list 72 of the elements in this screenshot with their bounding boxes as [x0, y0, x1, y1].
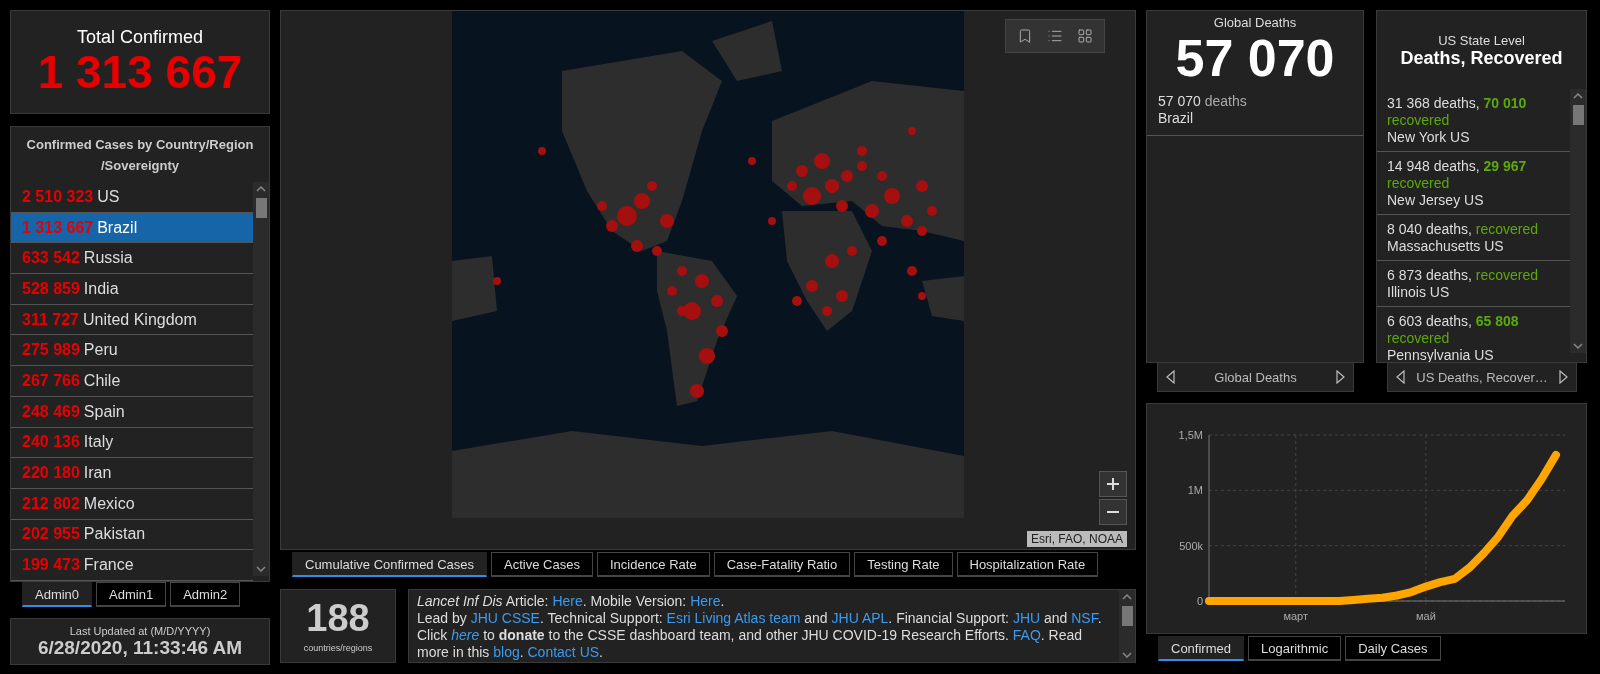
state-name: New Jersey US [1387, 192, 1485, 209]
deaths-recovered-text: 6 603 deaths, 65 808 recovered [1387, 313, 1520, 347]
last-updated-value: 6/28/2020, 11:33:46 AM [37, 636, 243, 659]
map-attribution: Esri, FAO, NOAA [1027, 531, 1127, 547]
deaths-recovered-text: 14 948 deaths, 29 967 recovered [1387, 158, 1528, 192]
panel-title: Deaths, Recovered [1399, 48, 1564, 69]
link[interactable]: blog [493, 644, 520, 660]
link[interactable]: Here [690, 593, 721, 609]
panel-title: Confirmed Cases by Country/Region /Sovereignty [25, 136, 255, 175]
y-tick-label: 0 [1196, 595, 1203, 607]
link[interactable]: JHU [1012, 610, 1041, 626]
link[interactable]: Esri Living Atlas team [666, 610, 801, 626]
scrollbar[interactable] [253, 182, 269, 576]
death-count: 57 070 deaths [1158, 93, 1248, 111]
scrollbar[interactable] [1119, 590, 1135, 662]
y-tick-label: 1,5M [1178, 429, 1203, 441]
y-tick-label: 1M [1187, 484, 1203, 497]
deaths-recovered-text: 8 040 deaths, recovered [1387, 221, 1539, 238]
link[interactable]: Here [552, 593, 583, 609]
map-layer-tab[interactable]: Cumulative Confirmed Cases [292, 552, 488, 577]
death-item[interactable]: 57 070 deaths Brazil [1147, 87, 1363, 137]
right-triangle-icon[interactable] [1336, 370, 1345, 384]
nav-label: US Deaths, Recover… [1416, 369, 1548, 385]
chart-tab[interactable]: Logarithmic [1247, 636, 1342, 661]
state-name: New York US [1387, 129, 1471, 146]
admin-tab[interactable]: Admin2 [170, 582, 241, 607]
panel-title: Global Deaths [1212, 15, 1298, 30]
deaths-recovered-text: 31 368 deaths, 70 010 recovered [1387, 95, 1528, 129]
map-layer-tab[interactable]: Testing Rate [854, 552, 953, 577]
chart-tab[interactable]: Daily Cases [1345, 636, 1441, 661]
info-paragraph: Lancet Inf Dis Article: Here. Mobile Version: Here. [417, 593, 726, 610]
map-layer-tab[interactable]: Incidence Rate [596, 552, 710, 577]
admin-tab[interactable]: Admin1 [96, 582, 167, 607]
link[interactable]: NSF [1071, 610, 1098, 626]
zoom-out-button[interactable] [1099, 499, 1127, 525]
link[interactable]: JHU CSSE [470, 610, 540, 626]
left-triangle-icon[interactable] [1396, 370, 1405, 384]
y-tick-label: 500k [1179, 539, 1203, 552]
state-name: Illinois US [1387, 284, 1451, 301]
death-place: Brazil [1158, 110, 1194, 128]
nav-label: Global Deaths [1214, 369, 1297, 385]
left-triangle-icon[interactable] [1166, 370, 1175, 384]
state-name: Pennsylvania US [1387, 347, 1495, 362]
map-layer-tab[interactable]: Hospitalization Rate [956, 552, 1099, 577]
global-deaths-value: 57 070 [1174, 30, 1336, 88]
link[interactable]: here [451, 627, 480, 643]
scrollbar-thumb[interactable] [1573, 105, 1584, 125]
scrollbar-thumb[interactable] [256, 198, 267, 218]
card-title: Total Confirmed [76, 27, 204, 49]
last-updated-label: Last Updated at (M/D/YYYY) [69, 624, 211, 637]
panel-subtitle: US State Level [1437, 33, 1526, 48]
scrollbar[interactable] [1570, 89, 1586, 353]
map-layer-tab[interactable]: Active Cases [491, 552, 593, 577]
admin-tab[interactable]: Admin0 [22, 582, 93, 607]
zoom-in-button[interactable] [1099, 471, 1127, 497]
x-tick-label: март [1283, 610, 1309, 622]
map-layer-tab[interactable]: Case-Fatality Ratio [713, 552, 851, 577]
state-name: Massachusetts US [1387, 238, 1505, 255]
info-paragraph: Lead by JHU CSSE. Technical Support: Esri Living Atlas team and JHU APL. Financial Support: JHU and NSF. Click here to donate to the CSSE dashboard team, and other JHU COVID-19 Research Efforts. FAQ. Read more in this blog. Contact US. [417, 610, 1103, 661]
country-row[interactable]: 199 473 France [11, 550, 253, 581]
total-confirmed-value: 1 313 667 [37, 48, 243, 97]
chart-tab[interactable]: Confirmed [1158, 636, 1244, 661]
minus-icon [1107, 511, 1119, 513]
country-count-label: countries/regions [303, 643, 373, 653]
scrollbar-thumb[interactable] [1122, 606, 1133, 626]
x-tick-label: май [1415, 610, 1436, 622]
deaths-recovered-text: 6 873 deaths, recovered [1387, 267, 1539, 284]
country-count-value: 188 [306, 599, 370, 637]
link[interactable]: FAQ [1012, 627, 1041, 643]
right-triangle-icon[interactable] [1559, 370, 1568, 384]
country-row[interactable]: 1 313 667 Brazil [11, 212, 253, 244]
plus-icon [1107, 478, 1119, 490]
